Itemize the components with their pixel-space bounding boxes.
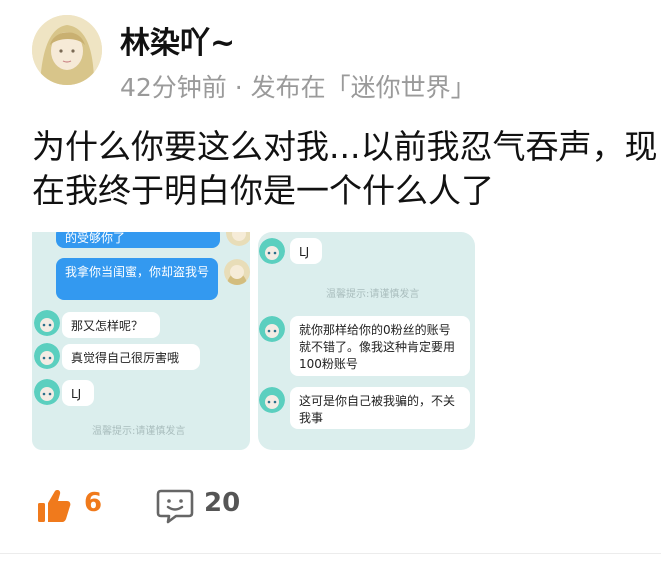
chat-bubble: 真觉得自己很厉害哦 — [62, 344, 200, 370]
like-count[interactable]: 6 — [84, 488, 102, 518]
chat-screenshot-left[interactable]: 的受够你了 我拿你当闺蜜，你却盗我号 那又怎样呢？ 真觉得自己很厉害哦 LJ 温… — [32, 232, 250, 450]
chat-bubble: 这可是你自己被我骗的，不关我事 — [290, 387, 470, 429]
post-content: 为什么你要这么对我...以前我忍气吞声，现 在我终于明白你是一个什么人了 — [32, 125, 661, 213]
comment-count[interactable]: 20 — [204, 488, 240, 518]
self-avatar-icon — [224, 259, 250, 285]
self-avatar-icon — [226, 232, 250, 246]
username[interactable]: 林染吖~ — [120, 18, 235, 62]
friend-avatar-icon — [34, 310, 60, 336]
friend-avatar-icon — [259, 238, 285, 264]
friend-avatar-icon — [259, 316, 285, 342]
post-meta: 42分钟前 · 发布在「迷你世界」 — [120, 73, 476, 102]
chat-screenshot-right[interactable]: LJ 温馨提示:请谨慎发言 就你那样给你的0粉丝的账号就不错了。像我这种肯定要用… — [258, 232, 475, 450]
friend-avatar-icon — [34, 379, 60, 405]
comment-icon[interactable] — [156, 487, 194, 525]
user-avatar[interactable] — [32, 15, 102, 85]
friend-avatar-icon — [34, 343, 60, 369]
chat-bubble: 的受够你了 — [56, 232, 220, 248]
post-text-line: 为什么你要这么对我...以前我忍气吞声，现 — [32, 127, 658, 166]
chat-bubble: LJ — [290, 238, 322, 264]
thumbs-up-icon[interactable] — [36, 488, 72, 524]
chat-bubble: 那又怎样呢？ — [62, 312, 160, 338]
chat-bubble: 我拿你当闺蜜，你却盗我号 — [56, 258, 218, 300]
post-text-line: 在我终于明白你是一个什么人了 — [32, 171, 494, 210]
divider — [0, 553, 661, 554]
warning-tip: 温馨提示:请谨慎发言 — [326, 289, 420, 300]
warning-tip: 温馨提示:请谨慎发言 — [92, 426, 186, 437]
chat-bubble: LJ — [62, 380, 94, 406]
friend-avatar-icon — [259, 387, 285, 413]
action-bar: 6 20 — [0, 482, 661, 532]
chat-bubble: 就你那样给你的0粉丝的账号就不错了。像我这种肯定要用100粉账号 — [290, 316, 470, 376]
